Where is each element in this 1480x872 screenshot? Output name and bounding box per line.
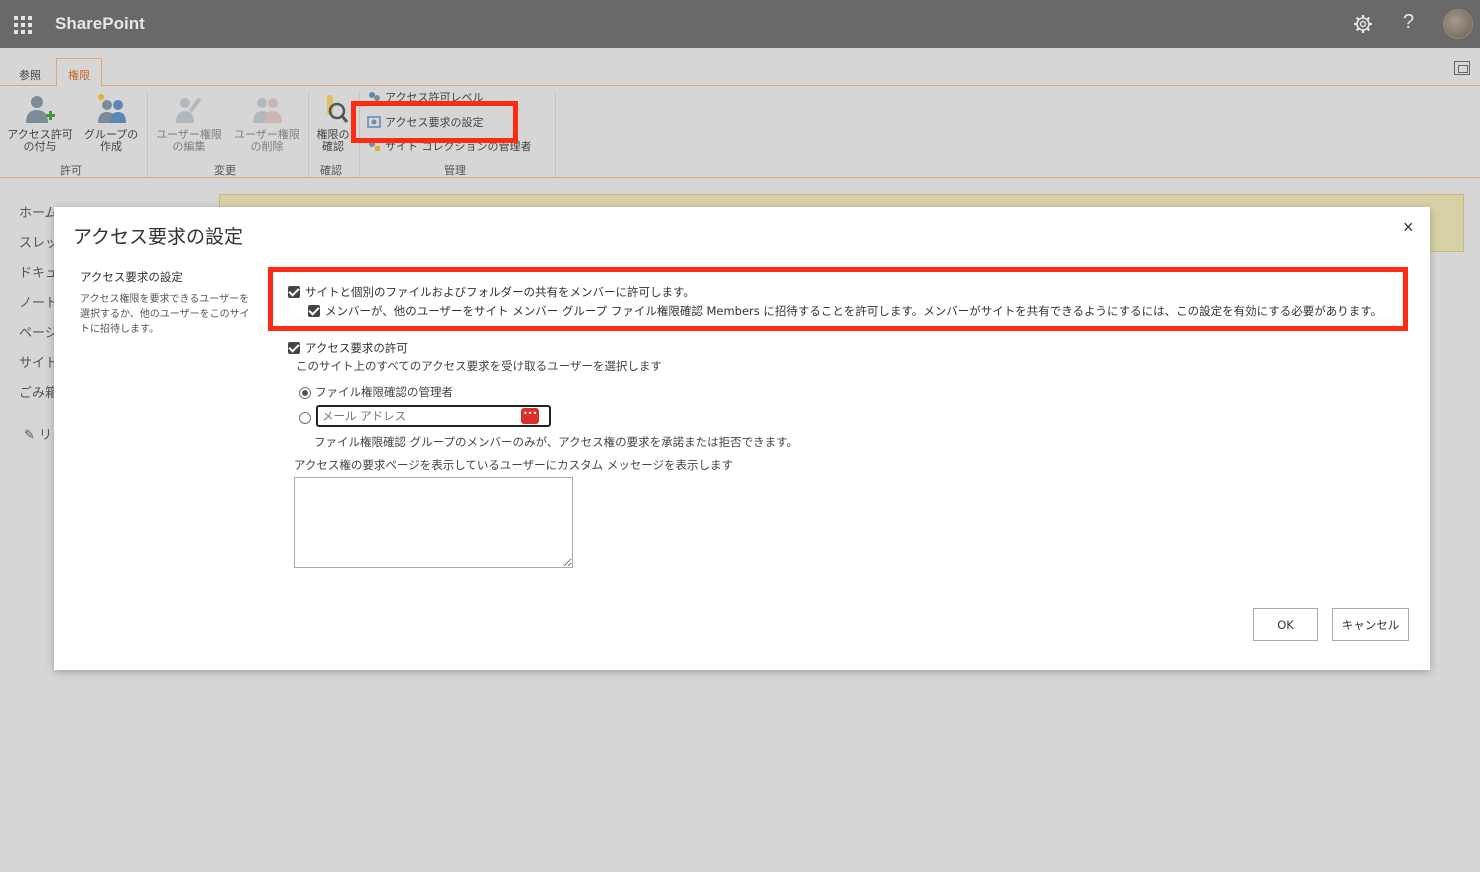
- ribbon-separator: [147, 91, 148, 177]
- remove-label-2: の削除: [250, 140, 284, 153]
- group-label-modify: 変更: [214, 164, 236, 177]
- close-icon[interactable]: ×: [1403, 217, 1414, 238]
- approver-note: ファイル権限確認 グループのメンバーのみが、アクセス権の要求を承諾または拒否でき…: [314, 435, 799, 449]
- dialog-title: アクセス要求の設定: [73, 226, 244, 248]
- highlight-box-dialog: [268, 267, 1408, 331]
- section-description: アクセス権限を要求できるユーザーを選択するか、他のユーザーをこのサイトに招待しま…: [80, 294, 250, 335]
- email-input[interactable]: [316, 405, 551, 427]
- ribbon-tab-row: [0, 48, 1480, 86]
- check-label-2: 確認: [322, 140, 344, 153]
- remove-user-permissions-button[interactable]: ユーザー権限 の削除: [230, 93, 304, 153]
- focus-mode-icon[interactable]: [1454, 61, 1470, 75]
- ribbon-separator: [555, 91, 556, 177]
- remove-permissions-icon: [253, 98, 282, 123]
- group-label-2: 作成: [100, 140, 122, 153]
- highlight-box-ribbon: [351, 101, 518, 143]
- create-group-button[interactable]: グループの 作成: [80, 93, 142, 153]
- edit-permissions-icon: [176, 97, 202, 123]
- nav-item-home[interactable]: ホーム: [19, 202, 58, 221]
- allow-requests-label: アクセス要求の許可: [305, 341, 408, 355]
- ribbon: アクセス許可 の付与 グループの 作成 許可 ユーザー権限 の編集 ユーザー権限…: [0, 87, 1480, 177]
- edit-user-permissions-button[interactable]: ユーザー権限 の編集: [152, 93, 226, 153]
- allow-requests-checkbox-row[interactable]: アクセス要求の許可: [288, 340, 408, 356]
- radio-email[interactable]: [299, 412, 311, 424]
- group-label-check: 確認: [320, 164, 342, 177]
- suite-bar: SharePoint ?: [0, 0, 1480, 48]
- nav-item-threads[interactable]: スレッ: [19, 232, 58, 251]
- nav-item-pages[interactable]: ページ: [19, 322, 58, 341]
- nav-item-documents[interactable]: ドキュ: [19, 262, 58, 281]
- section-title: アクセス要求の設定: [80, 270, 183, 284]
- app-launcher-icon[interactable]: [14, 16, 32, 34]
- access-request-dialog: アクセス要求の設定 × アクセス要求の設定 アクセス権限を要求できるユーザーを選…: [54, 207, 1430, 670]
- grant-label-2: の付与: [23, 140, 57, 153]
- cancel-button[interactable]: キャンセル: [1332, 608, 1409, 641]
- nav-item-edit-links[interactable]: ✎ リ: [24, 424, 52, 443]
- tab-browse[interactable]: 参照: [19, 67, 41, 83]
- edit-links-label: リ: [39, 428, 53, 443]
- ok-button[interactable]: OK: [1253, 608, 1318, 641]
- ribbon-separator: [308, 91, 309, 177]
- nav-item-recycle-bin[interactable]: ごみ箱: [19, 382, 58, 401]
- custom-message-textarea[interactable]: [294, 477, 573, 568]
- nav-item-notebook[interactable]: ノート: [19, 292, 58, 311]
- add-user-icon: [26, 96, 55, 123]
- select-users-text: このサイト上のすべてのアクセス要求を受け取るユーザーを選択します: [296, 359, 662, 373]
- pencil-icon: ✎: [24, 428, 35, 443]
- tab-permissions[interactable]: 権限: [56, 58, 102, 87]
- custom-message-label: アクセス権の要求ページを表示しているユーザーにカスタム メッセージを表示します: [294, 458, 734, 472]
- allow-requests-checkbox[interactable]: [288, 342, 300, 354]
- nav-item-site[interactable]: サイト: [19, 352, 58, 371]
- group-label-manage: 管理: [444, 164, 466, 177]
- group-label-grant: 許可: [60, 164, 82, 177]
- create-group-icon: [98, 94, 126, 123]
- grant-permissions-button[interactable]: アクセス許可 の付与: [4, 93, 76, 153]
- check-permissions-button[interactable]: 権限の 確認: [312, 93, 354, 153]
- radio-owner-label: ファイル権限確認の管理者: [315, 385, 453, 399]
- avatar[interactable]: [1443, 9, 1473, 39]
- check-permissions-icon: [327, 95, 349, 123]
- edit-label-2: の編集: [172, 140, 206, 153]
- radio-owner[interactable]: [299, 387, 311, 399]
- ribbon-divider: [0, 177, 1480, 178]
- password-manager-icon[interactable]: [521, 408, 539, 424]
- help-icon[interactable]: ?: [1403, 11, 1414, 34]
- brand-title[interactable]: SharePoint: [55, 14, 145, 34]
- gear-icon[interactable]: [1353, 14, 1373, 34]
